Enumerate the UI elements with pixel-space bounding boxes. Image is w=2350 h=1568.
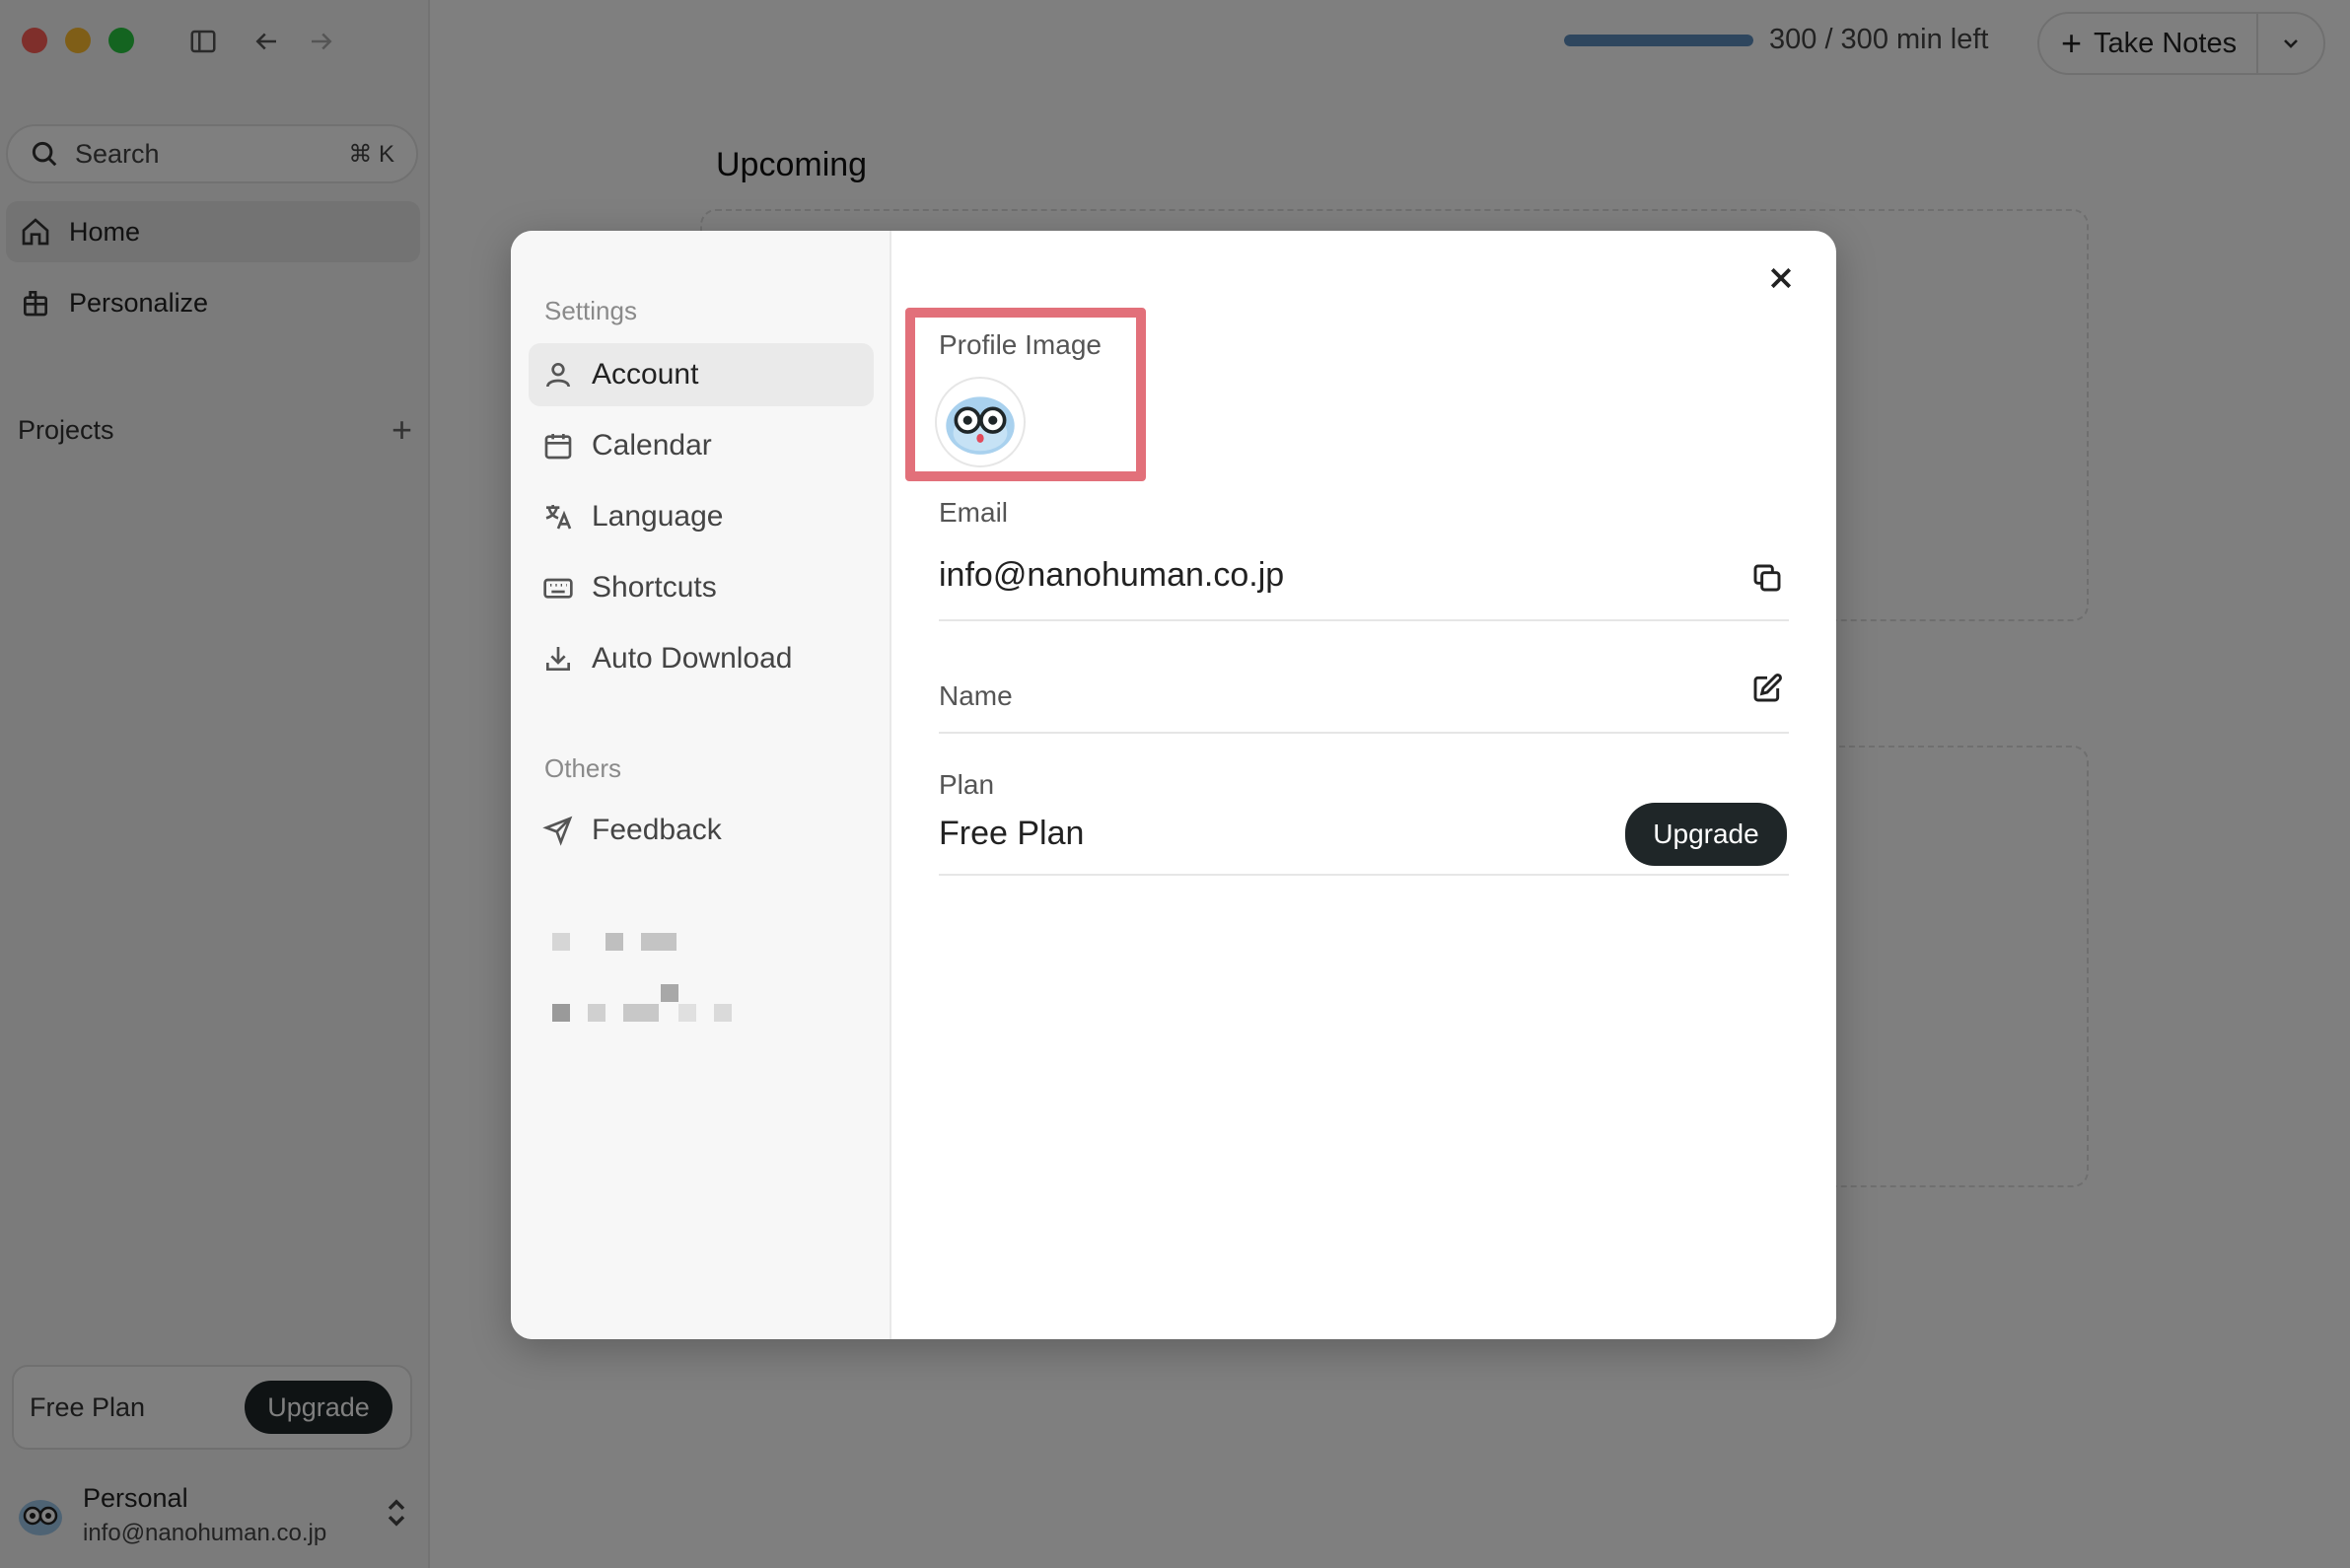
settings-item-label: Auto Download <box>592 642 793 675</box>
avatar <box>946 396 1015 455</box>
plan-value: Free Plan <box>939 815 1085 852</box>
settings-item-calendar[interactable]: Calendar <box>529 414 874 477</box>
settings-item-label: Account <box>592 358 699 391</box>
profile-image-label: Profile Image <box>939 329 1102 360</box>
plan-divider <box>939 874 1789 876</box>
settings-item-language[interactable]: Language <box>529 485 874 548</box>
download-icon <box>546 647 570 671</box>
close-modal-button[interactable] <box>1759 256 1803 300</box>
upgrade-button[interactable]: Upgrade <box>1625 803 1787 866</box>
settings-item-account[interactable]: Account <box>529 343 874 406</box>
settings-item-label: Feedback <box>592 814 722 846</box>
settings-modal: Settings Account Calendar Language Short… <box>511 231 1836 1339</box>
redacted-row <box>552 984 749 1024</box>
settings-item-label: Shortcuts <box>592 571 717 604</box>
email-label: Email <box>939 497 1009 528</box>
settings-item-shortcuts[interactable]: Shortcuts <box>529 556 874 619</box>
account-settings-panel: Profile Image Email info@nanohuman.co.jp… <box>891 231 1836 1339</box>
settings-section-header: Settings <box>544 296 637 325</box>
profile-image-avatar[interactable] <box>935 377 1026 467</box>
copy-email-button[interactable] <box>1747 558 1787 598</box>
settings-item-auto-download[interactable]: Auto Download <box>529 627 874 690</box>
others-section-header: Others <box>544 753 622 783</box>
close-icon <box>1770 267 1792 289</box>
settings-item-label: Calendar <box>592 429 712 462</box>
edit-name-button[interactable] <box>1747 669 1787 708</box>
email-divider <box>939 619 1789 621</box>
user-icon <box>546 363 570 388</box>
name-divider <box>939 732 1789 734</box>
name-label: Name <box>939 680 1013 711</box>
translate-icon <box>545 505 572 530</box>
edit-icon <box>1753 674 1782 702</box>
settings-sidebar: Settings Account Calendar Language Short… <box>511 231 891 1339</box>
calendar-icon <box>544 434 572 460</box>
settings-item-label: Language <box>592 500 724 533</box>
copy-icon <box>1753 564 1781 592</box>
keyboard-icon <box>543 578 573 599</box>
redacted-row <box>552 933 690 953</box>
send-icon <box>542 816 573 846</box>
plan-label: Plan <box>939 769 995 800</box>
email-value: info@nanohuman.co.jp <box>939 556 1285 594</box>
settings-item-feedback[interactable]: Feedback <box>529 799 874 862</box>
